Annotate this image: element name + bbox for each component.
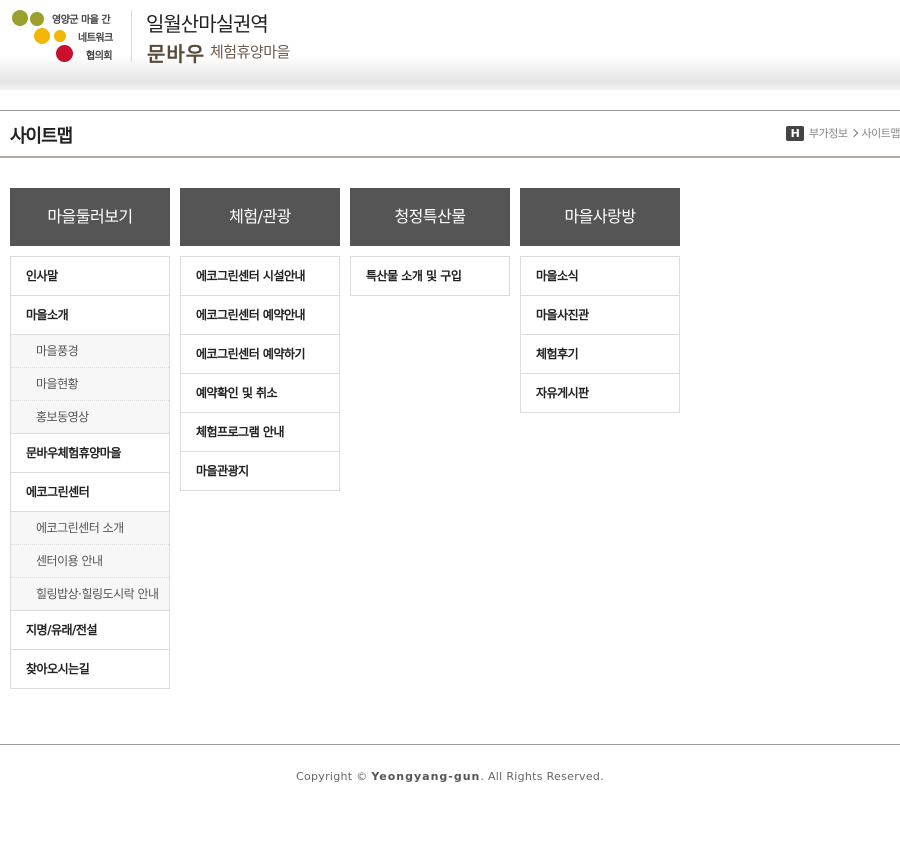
footer-copyright: Copyright © Yeongyang-gun. All Rights Re… xyxy=(0,770,900,783)
logo-olive-circle xyxy=(12,10,28,26)
sitemap-menu-item[interactable]: 마을소개 xyxy=(11,296,169,335)
village-area-title[interactable]: 일월산마실권역 xyxy=(146,8,269,37)
breadcrumb-item[interactable]: 부가정보 xyxy=(809,125,848,141)
sitemap-menu-item[interactable]: 찾아오시는길 xyxy=(11,650,169,689)
sitemap-menu-item[interactable]: 에코그린센터 예약안내 xyxy=(181,296,339,335)
sitemap-menu-list: 마을소식 마을사진관 체험후기 자유게시판 xyxy=(520,256,680,413)
sitemap-column-title[interactable]: 마을둘러보기 xyxy=(10,188,170,246)
sitemap-column: 마을사랑방마을소식 마을사진관 체험후기 자유게시판 xyxy=(520,188,680,413)
logo-yellow-circle xyxy=(34,28,50,44)
village-subtitle[interactable]: 체험휴양마을 xyxy=(210,41,290,62)
sitemap-menu-list: 에코그린센터 시설안내 에코그린센터 예약안내 에코그린센터 예약하기 예약확인 및 … xyxy=(180,256,340,491)
sitemap-column-title[interactable]: 청정특산물 xyxy=(350,188,510,246)
sitemap-submenu-item[interactable]: 마을풍경 xyxy=(11,335,169,368)
header-divider xyxy=(131,10,132,62)
sitemap-column: 체험/관광에코그린센터 시설안내 에코그린센터 예약안내 에코그린센터 예약하기 예약… xyxy=(180,188,340,491)
sitemap-submenu-item[interactable]: 센터이용 안내 xyxy=(11,545,169,578)
sitemap-submenu-item[interactable]: 홍보동영상 xyxy=(11,401,169,434)
network-logo[interactable]: 영양군 마을 간 네트워크 협의회 xyxy=(10,8,118,64)
sitemap-menu-item[interactable]: 에코그린센터 예약하기 xyxy=(181,335,339,374)
page-title: 사이트맵 xyxy=(10,126,73,147)
sitemap-column: 마을둘러보기 인사말 마을소개 마을풍경 마을현황 홍보동영상 문바우체험휴양마을 에코그린센… xyxy=(10,188,170,689)
sitemap-menu-list: 인사말 마을소개 마을풍경 마을현황 홍보동영상 문바우체험휴양마을 에코그린센터 에코그린센… xyxy=(10,256,170,689)
sitemap-menu-item[interactable]: 자유게시판 xyxy=(521,374,679,413)
logo-olive-circle-2 xyxy=(30,12,44,26)
breadcrumb: H 부가정보 사이트맵 xyxy=(786,125,900,141)
sitemap-menu-item[interactable]: 마을사진관 xyxy=(521,296,679,335)
sitemap-submenu-item[interactable]: 에코그린센터 소개 xyxy=(11,512,169,545)
sitemap-submenu-item[interactable]: 마을현황 xyxy=(11,368,169,401)
village-brand-logo[interactable]: 문바우 xyxy=(147,38,205,67)
sitemap-menu-item[interactable]: 예약확인 및 취소 xyxy=(181,374,339,413)
copyright-brand: Yeongyang-gun xyxy=(371,770,481,783)
logo-red-circle xyxy=(56,45,73,62)
copyright-suffix: . All Rights Reserved. xyxy=(480,770,605,783)
chevron-right-icon xyxy=(849,128,858,138)
sitemap-menu-item[interactable]: 체험프로그램 안내 xyxy=(181,413,339,452)
logo-line-3: 협의회 xyxy=(86,51,113,62)
sitemap-menu-item[interactable]: 마을관광지 xyxy=(181,452,339,491)
copyright-prefix: Copyright © xyxy=(295,770,372,783)
sitemap-menu-item[interactable]: 특산물 소개 및 구입 xyxy=(351,257,509,296)
sitemap-column-title[interactable]: 마을사랑방 xyxy=(520,188,680,246)
sitemap-column-title[interactable]: 체험/관광 xyxy=(180,188,340,246)
logo-line-1: 영양군 마을 간 xyxy=(52,15,111,26)
sitemap-menu-item[interactable]: 문바우체험휴양마을 xyxy=(11,434,169,473)
sitemap-column: 청정특산물특산물 소개 및 구입 xyxy=(350,188,510,296)
logo-line-2: 네트워크 xyxy=(78,33,113,44)
sitemap-menu-item[interactable]: 에코그린센터 시설안내 xyxy=(181,257,339,296)
sitemap-menu-item[interactable]: 마을소식 xyxy=(521,257,679,296)
sitemap-menu-list: 특산물 소개 및 구입 xyxy=(350,256,510,296)
logo-yellow-circle-2 xyxy=(54,30,66,42)
sitemap-menu-item[interactable]: 에코그린센터 xyxy=(11,473,169,512)
sitemap-menu-item[interactable]: 인사말 xyxy=(11,257,169,296)
sitemap-submenu-item[interactable]: 힐링밥상·힐링도시락 안내 xyxy=(11,578,169,611)
site-header: 영양군 마을 간 네트워크 협의회 일월산마실권역 문바우 체험휴양마을 xyxy=(0,0,900,90)
footer-divider xyxy=(0,744,900,745)
home-icon[interactable]: H xyxy=(786,125,805,141)
sitemap-menu-item[interactable]: 지명/유래/전설 xyxy=(11,611,169,650)
sitemap-menu-item[interactable]: 체험후기 xyxy=(521,335,679,374)
breadcrumb-item-current: 사이트맵 xyxy=(861,127,900,140)
page-title-bar: 사이트맵 H 부가정보 사이트맵 xyxy=(0,110,900,158)
